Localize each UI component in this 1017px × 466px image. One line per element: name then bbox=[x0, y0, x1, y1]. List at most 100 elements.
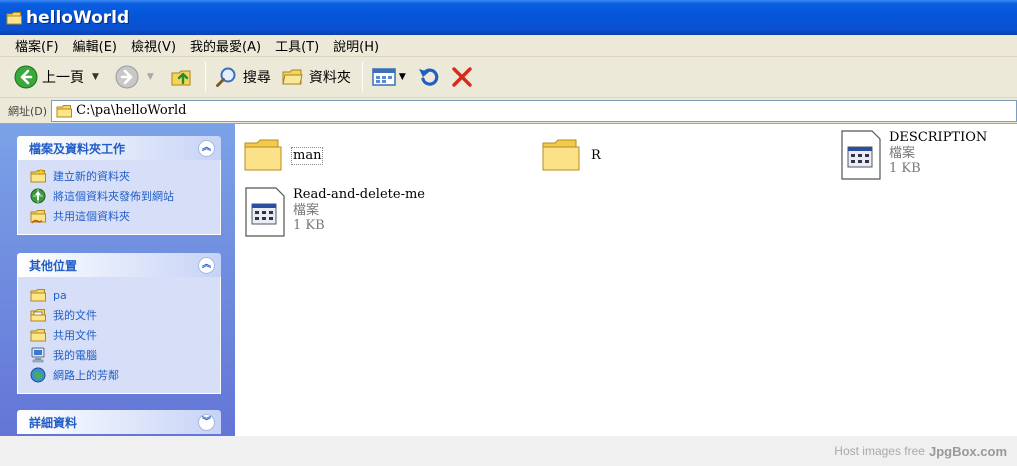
task-label: 將這個資料夾發佈到網站 bbox=[53, 190, 174, 203]
folder-icon bbox=[542, 139, 580, 171]
undo-icon bbox=[418, 68, 439, 86]
file-type: 檔案 bbox=[293, 203, 320, 218]
menu-file[interactable]: 檔案(F) bbox=[8, 35, 66, 56]
place-network[interactable]: 網路上的芳鄰 bbox=[30, 365, 210, 385]
back-label: 上一頁 bbox=[42, 70, 84, 86]
file-size: 1 KB bbox=[889, 161, 921, 176]
shared-documents-icon bbox=[30, 329, 46, 342]
address-bar: 網址(D) C:\pa\helloWorld bbox=[0, 98, 1017, 124]
file-type: 檔案 bbox=[889, 146, 916, 161]
menu-favorites[interactable]: 我的最愛(A) bbox=[183, 35, 268, 56]
task-publish-web[interactable]: 將這個資料夾發佈到網站 bbox=[30, 186, 210, 206]
search-label: 搜尋 bbox=[242, 70, 271, 86]
folder-icon bbox=[56, 104, 73, 117]
place-label: 網路上的芳鄰 bbox=[53, 369, 119, 382]
collapse-icon[interactable]: ︽ bbox=[198, 256, 215, 274]
place-label: 我的文件 bbox=[53, 309, 97, 322]
undo-button[interactable] bbox=[412, 61, 444, 93]
my-computer-icon bbox=[31, 347, 45, 363]
folders-label: 資料夾 bbox=[308, 70, 351, 86]
watermark-brand: JpgBox.com bbox=[928, 443, 1007, 459]
folders-icon bbox=[282, 69, 303, 85]
back-dropdown-icon[interactable]: ▼ bbox=[92, 72, 99, 82]
file-size: 1 KB bbox=[293, 218, 325, 233]
panel-body: pa 我的文件 共用文件 我的電腦 網路上的芳鄰 bbox=[17, 277, 221, 394]
watermark-text: Host images free bbox=[834, 444, 925, 458]
views-icon bbox=[372, 68, 396, 86]
folder-icon bbox=[244, 139, 282, 171]
task-label: 建立新的資料夾 bbox=[53, 170, 130, 183]
task-pane: 檔案及資料夾工作 ︽ 建立新的資料夾 將這個資料夾發佈到網站 共用這個資料夾 其… bbox=[0, 124, 235, 436]
panel-header[interactable]: 其他位置 ︽ bbox=[17, 253, 221, 277]
forward-button[interactable]: ▼ bbox=[111, 61, 164, 93]
panel-title: 詳細資料 bbox=[29, 415, 78, 430]
file-name: Read-and-delete-me bbox=[293, 187, 425, 202]
file-list-view: man R DESCRIPTION 檔案 1 KB Read-and-delet… bbox=[235, 124, 1017, 436]
folders-button[interactable]: 資料夾 bbox=[277, 61, 355, 93]
place-my-documents[interactable]: 我的文件 bbox=[30, 305, 210, 325]
place-pa[interactable]: pa bbox=[30, 285, 210, 305]
file-name: R bbox=[591, 148, 601, 163]
new-folder-icon bbox=[30, 168, 46, 183]
panel-header[interactable]: 詳細資料 ︾ bbox=[17, 410, 221, 434]
forward-dropdown-icon[interactable]: ▼ bbox=[147, 72, 154, 82]
views-dropdown-icon[interactable]: ▼ bbox=[399, 72, 406, 82]
menu-tools[interactable]: 工具(T) bbox=[268, 35, 326, 56]
menu-edit[interactable]: 編輯(E) bbox=[66, 35, 124, 56]
details-panel: 詳細資料 ︾ bbox=[17, 410, 221, 434]
back-arrow-icon bbox=[14, 65, 38, 89]
place-shared-documents[interactable]: 共用文件 bbox=[30, 325, 210, 345]
expand-icon[interactable]: ︾ bbox=[198, 413, 215, 431]
share-folder-icon bbox=[30, 210, 46, 224]
title-bar[interactable]: helloWorld bbox=[0, 0, 1017, 35]
network-places-icon bbox=[30, 367, 46, 383]
up-folder-button[interactable] bbox=[166, 61, 198, 93]
place-my-computer[interactable]: 我的電腦 bbox=[30, 345, 210, 365]
menu-bar: 檔案(F) 編輯(E) 檢視(V) 我的最愛(A) 工具(T) 說明(H) bbox=[0, 35, 1017, 57]
panel-body: 建立新的資料夾 將這個資料夾發佈到網站 共用這個資料夾 bbox=[17, 160, 221, 235]
address-field[interactable]: C:\pa\helloWorld bbox=[51, 99, 1017, 122]
folder-item-man[interactable]: man bbox=[243, 134, 324, 174]
my-documents-icon bbox=[30, 309, 46, 322]
search-button[interactable]: 搜尋 bbox=[211, 61, 275, 93]
delete-button[interactable] bbox=[446, 61, 478, 93]
panel-header[interactable]: 檔案及資料夾工作 ︽ bbox=[17, 136, 221, 160]
file-item-description[interactable]: DESCRIPTION 檔案 1 KB bbox=[841, 130, 987, 180]
watermark-bar: Host images free JpgBox.com bbox=[0, 436, 1017, 466]
file-icon bbox=[245, 187, 285, 237]
file-info: DESCRIPTION 檔案 1 KB bbox=[889, 130, 987, 176]
folder-item-r[interactable]: R bbox=[541, 134, 601, 174]
toolbar: 上一頁 ▼ ▼ 搜尋 資料夾 ▼ bbox=[0, 57, 1017, 98]
panel-title: 其他位置 bbox=[29, 258, 78, 273]
file-name: man bbox=[291, 147, 324, 165]
file-folder-tasks-panel: 檔案及資料夾工作 ︽ 建立新的資料夾 將這個資料夾發佈到網站 共用這個資料夾 bbox=[17, 136, 221, 235]
delete-icon bbox=[452, 67, 472, 87]
folder-icon bbox=[30, 289, 46, 302]
menu-view[interactable]: 檢視(V) bbox=[124, 35, 183, 56]
place-label: pa bbox=[53, 288, 67, 302]
task-label: 共用這個資料夾 bbox=[53, 210, 130, 223]
views-button[interactable]: ▼ bbox=[368, 61, 410, 93]
file-info: Read-and-delete-me 檔案 1 KB bbox=[293, 187, 425, 233]
task-new-folder[interactable]: 建立新的資料夾 bbox=[30, 166, 210, 186]
publish-web-icon bbox=[30, 188, 46, 204]
file-icon bbox=[841, 130, 881, 180]
task-share-folder[interactable]: 共用這個資料夾 bbox=[30, 206, 210, 226]
forward-arrow-icon bbox=[115, 65, 139, 89]
other-places-panel: 其他位置 ︽ pa 我的文件 共用文件 我的電腦 網路上的芳鄰 bbox=[17, 253, 221, 394]
menu-help[interactable]: 說明(H) bbox=[326, 35, 386, 56]
address-label: 網址(D) bbox=[8, 104, 48, 118]
search-icon bbox=[215, 67, 236, 87]
address-path: C:\pa\helloWorld bbox=[76, 103, 187, 118]
toolbar-separator bbox=[361, 62, 363, 92]
file-item-read-and-delete-me[interactable]: Read-and-delete-me 檔案 1 KB bbox=[245, 187, 425, 237]
file-name: DESCRIPTION bbox=[889, 130, 988, 145]
back-button[interactable]: 上一頁 ▼ bbox=[10, 61, 109, 93]
window-title: helloWorld bbox=[26, 7, 130, 28]
toolbar-separator bbox=[204, 62, 206, 92]
place-label: 我的電腦 bbox=[53, 349, 97, 362]
collapse-icon[interactable]: ︽ bbox=[198, 139, 215, 157]
folder-icon bbox=[6, 11, 22, 24]
place-label: 共用文件 bbox=[53, 329, 97, 342]
panel-title: 檔案及資料夾工作 bbox=[29, 141, 126, 156]
